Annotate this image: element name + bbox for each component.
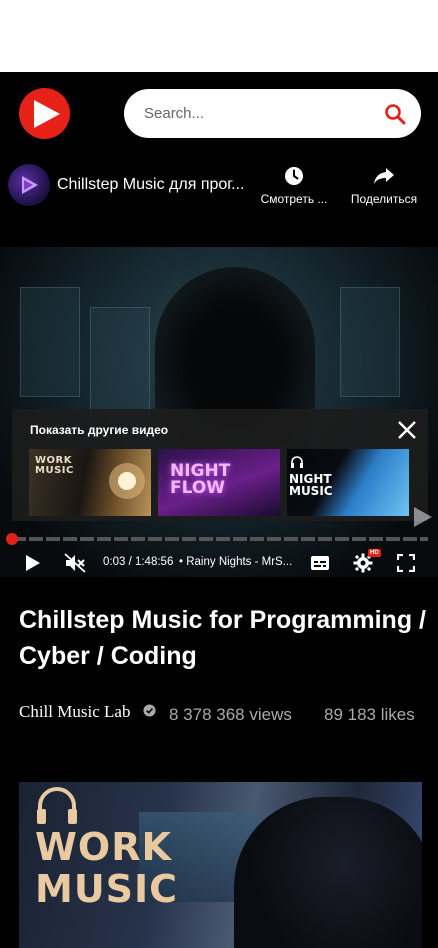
channel-avatar[interactable]: [8, 164, 50, 206]
more-videos-overlay: Показать другие видео WORK MUSIC NIGHT F…: [12, 409, 428, 521]
headphones-icon: [37, 787, 77, 824]
player-header: Chillstep Music для прог... Смотреть ...…: [0, 162, 438, 212]
bg-monitor: [20, 287, 80, 397]
subtitles-icon[interactable]: [308, 551, 332, 575]
player-controls: 0:03 / 1:48:56 • Rainy Nights - MrS... H…: [0, 549, 438, 577]
bg-monitor: [90, 307, 150, 417]
related-video-card[interactable]: WORK MUSIC: [19, 782, 422, 948]
watch-later-button[interactable]: Смотреть ...: [258, 166, 330, 206]
video-title: Chillstep Music for Programming / Cyber …: [19, 606, 426, 670]
suggested-video-thumb[interactable]: NIGHT FLOW: [158, 449, 280, 516]
share-icon: [374, 168, 394, 184]
time-display: 0:03 / 1:48:56: [103, 556, 174, 568]
view-count: 8 378 368 views: [169, 705, 292, 724]
thumb-label: NIGHT MUSIC: [289, 472, 333, 498]
channel-name[interactable]: Chill Music Lab: [19, 702, 130, 722]
headphones-icon: [291, 456, 303, 468]
play-icon[interactable]: [21, 551, 45, 575]
next-arrow-icon[interactable]: [410, 505, 434, 529]
mute-icon[interactable]: [63, 551, 87, 575]
app-root: Chillstep Music для прог... Смотреть ...…: [0, 72, 438, 948]
bg-monitor: [340, 287, 400, 397]
glow-graphic: [109, 463, 145, 499]
like-count: 89 183 likes: [324, 705, 415, 724]
verified-icon: [143, 704, 156, 717]
progress-handle[interactable]: [6, 533, 18, 545]
search-icon[interactable]: [383, 102, 407, 126]
suggested-video-thumb[interactable]: WORK MUSIC: [29, 449, 151, 516]
share-label: Поделиться: [350, 192, 418, 206]
person-silhouette: [234, 797, 422, 948]
chapter-title[interactable]: • Rainy Nights - MrS...: [179, 556, 297, 568]
share-button[interactable]: Поделиться: [346, 166, 422, 206]
search-bar: [124, 89, 421, 138]
suggested-video-thumb[interactable]: NIGHT MUSIC: [287, 449, 409, 516]
more-videos-title: Показать другие видео: [30, 423, 169, 437]
video-player[interactable]: Показать другие видео WORK MUSIC NIGHT F…: [0, 247, 438, 577]
thumb-label: WORK MUSIC: [35, 455, 74, 476]
card-label: WORK MUSIC: [35, 825, 179, 911]
hd-badge: HD: [368, 549, 381, 557]
logo-play-icon[interactable]: [19, 88, 70, 139]
clock-icon: [285, 167, 303, 185]
video-meta: Chill Music Lab 8 378 368 views 89 183 l…: [19, 702, 429, 726]
progress-bar[interactable]: [12, 537, 428, 541]
thumb-label: NIGHT FLOW: [170, 461, 231, 498]
search-input[interactable]: [144, 105, 383, 122]
fullscreen-icon[interactable]: [394, 551, 418, 575]
player-video-title[interactable]: Chillstep Music для прог...: [57, 176, 253, 194]
watch-later-label: Смотреть ...: [260, 192, 328, 206]
close-icon[interactable]: [396, 419, 418, 441]
